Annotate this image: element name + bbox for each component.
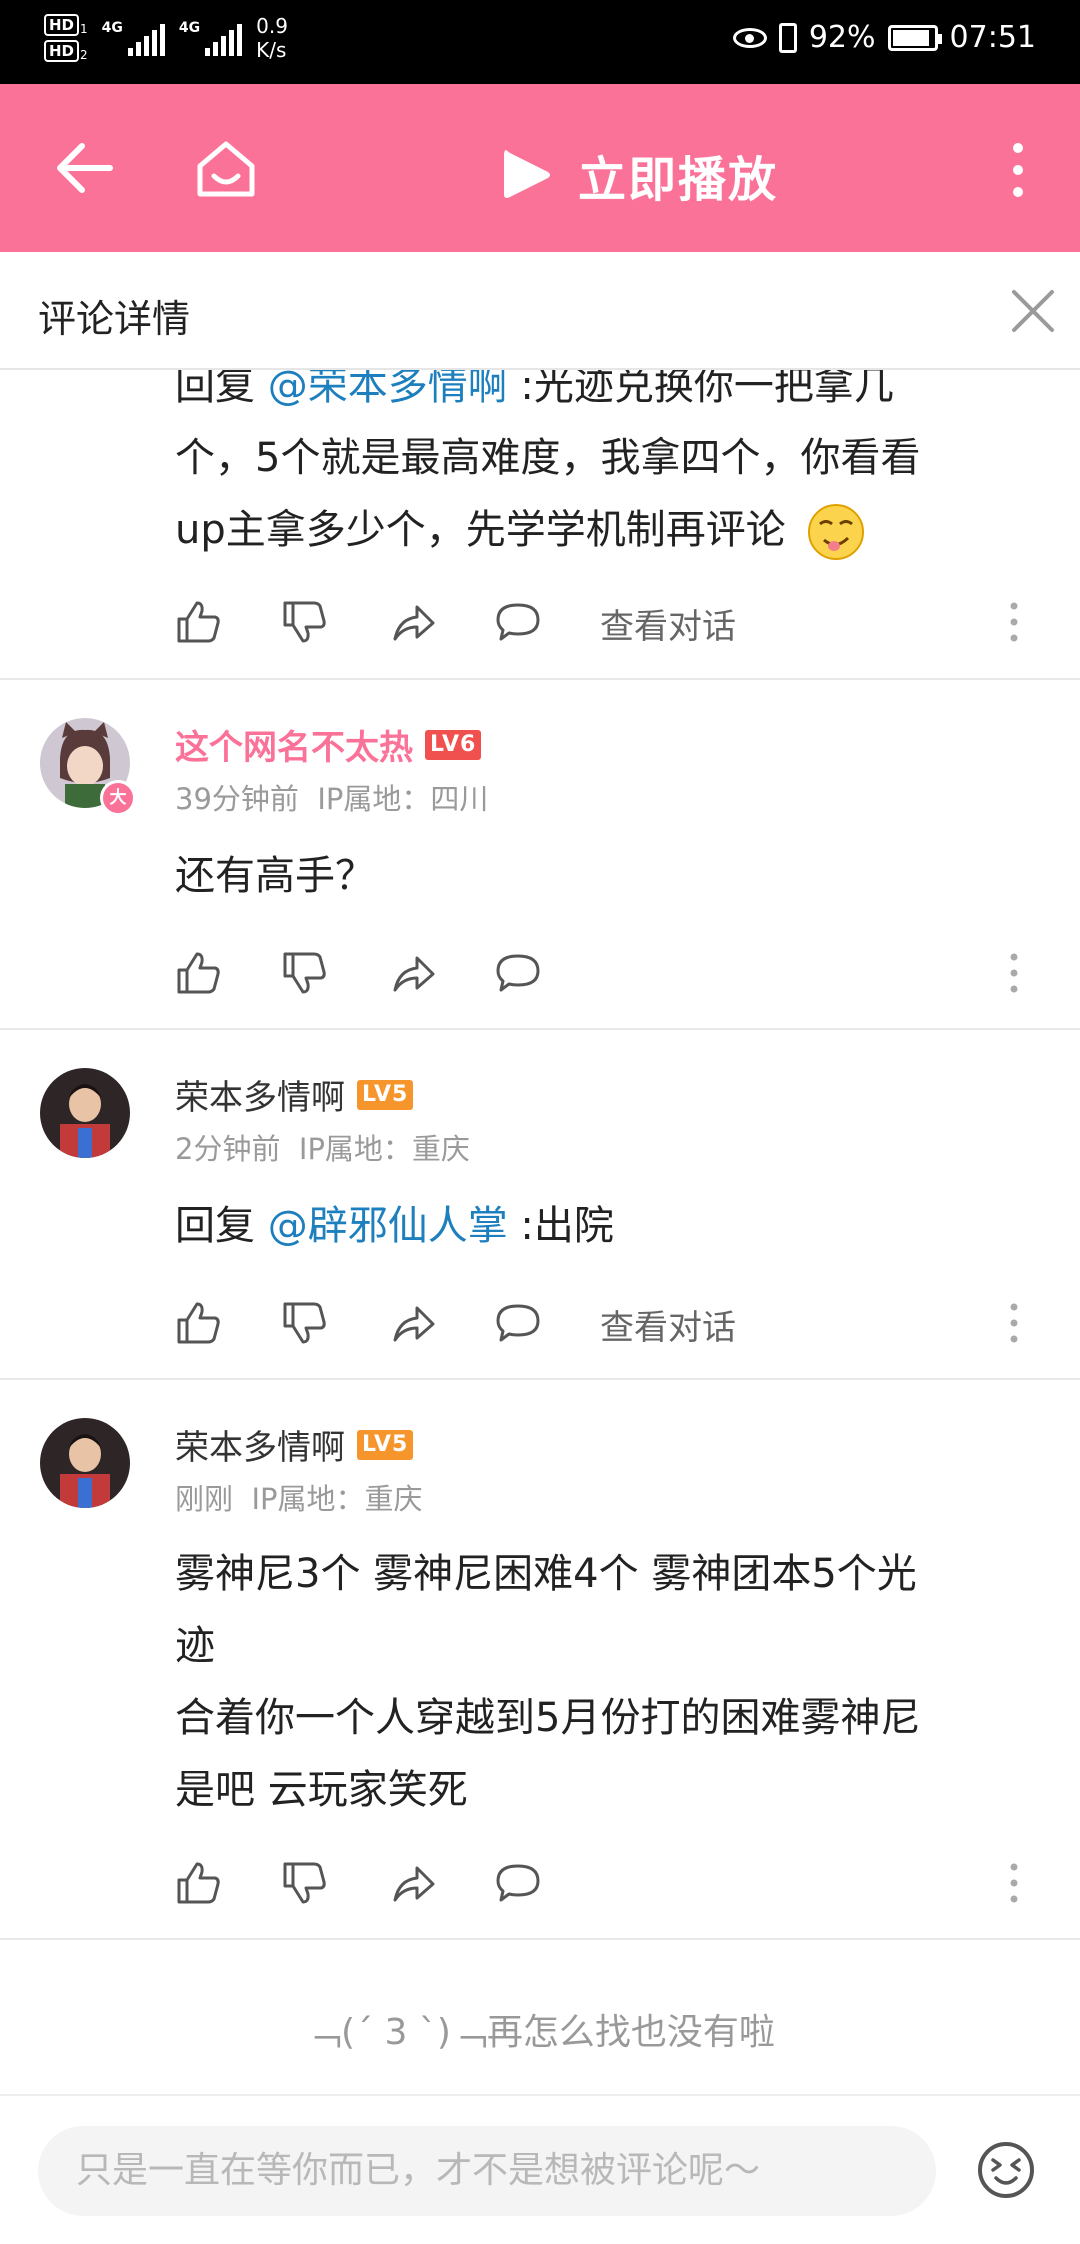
emoji-icon[interactable]: [976, 2140, 1036, 2200]
like-icon[interactable]: [175, 950, 221, 996]
back-arrow-icon[interactable]: [52, 138, 116, 198]
more-vertical-icon[interactable]: [1004, 140, 1032, 200]
play-now-button[interactable]: 立即播放: [500, 140, 778, 210]
comment-item: 回复 @荣本多情啊 :光迹兑换你一把拿几 个，5个就是最高难度，我拿四个，你看看…: [0, 370, 1080, 680]
comment-text: 还有高手？: [175, 853, 375, 899]
view-conversation-link[interactable]: 查看对话: [600, 1300, 736, 1349]
more-options-icon[interactable]: [1007, 1302, 1021, 1344]
comment-item: 大 这个网名不太热 LV6 39分钟前 IP属地：四川 还有高手？: [0, 680, 1080, 1030]
like-icon[interactable]: [175, 599, 221, 645]
play-icon: [504, 150, 550, 198]
comment-input[interactable]: 只是一直在等你而已，才不是想被评论呢～: [38, 2126, 936, 2216]
comment-input-bar: 只是一直在等你而已，才不是想被评论呢～: [0, 2094, 1080, 2244]
more-options-icon[interactable]: [1007, 601, 1021, 643]
battery-icon: [887, 24, 942, 51]
comment-item: 荣本多情啊 LV5 刚刚 IP属地：重庆 雾神尼3个 雾神尼困难4个 雾神团本5…: [0, 1380, 1080, 1940]
comment-text: 回复 @荣本多情啊 :光迹兑换你一把拿几 个，5个就是最高难度，我拿四个，你看看…: [175, 370, 1025, 566]
mention-link[interactable]: @荣本多情啊: [268, 370, 508, 409]
share-icon[interactable]: [389, 1300, 435, 1346]
comment-meta: 2分钟前 IP属地：重庆: [175, 1132, 470, 1166]
comment-actions: [175, 1852, 1035, 1912]
home-icon[interactable]: [194, 136, 258, 200]
close-icon[interactable]: [1010, 288, 1056, 334]
reply-icon[interactable]: [495, 1300, 541, 1346]
vip-badge: 大: [100, 780, 136, 816]
like-icon[interactable]: [175, 1300, 221, 1346]
panel-title: 评论详情: [38, 297, 191, 341]
level-badge: LV5: [357, 1429, 414, 1460]
view-conversation-link[interactable]: 查看对话: [600, 599, 736, 648]
comment-actions: 查看对话: [175, 1292, 1035, 1352]
comment-list[interactable]: 回复 @荣本多情啊 :光迹兑换你一把拿几 个，5个就是最高难度，我拿四个，你看看…: [0, 370, 1080, 2090]
hd-indicator-2: HD 2: [44, 40, 88, 62]
username[interactable]: 这个网名不太热 LV6: [175, 720, 482, 769]
comment-detail-header: 评论详情: [0, 252, 1080, 370]
end-of-list-message: ﹁(ˊ 3 ˋ)﹁再怎么找也没有啦: [305, 2012, 775, 2053]
reply-icon[interactable]: [495, 950, 541, 996]
hd-indicator-1: HD 1: [44, 14, 88, 36]
avatar[interactable]: [40, 1418, 130, 1508]
dislike-icon[interactable]: [281, 599, 327, 645]
username[interactable]: 荣本多情啊 LV5: [175, 1070, 414, 1119]
dislike-icon[interactable]: [281, 1300, 327, 1346]
status-bar: HD 1 HD 2 4G 4G 0.9 K/s 92% 07:51: [0, 0, 1080, 84]
username[interactable]: 荣本多情啊 LV5: [175, 1420, 414, 1469]
signal-icon-1: 4G: [102, 20, 165, 56]
comment-actions: [175, 942, 1035, 1002]
top-toolbar: 立即播放: [0, 84, 1080, 252]
comment-meta: 刚刚 IP属地：重庆: [175, 1482, 423, 1516]
more-options-icon[interactable]: [1007, 1862, 1021, 1904]
avatar[interactable]: [40, 1068, 130, 1158]
mention-link[interactable]: @辟邪仙人掌: [268, 1203, 508, 1249]
reply-icon[interactable]: [495, 1860, 541, 1906]
like-icon[interactable]: [175, 1860, 221, 1906]
network-speed: 0.9 K/s: [256, 14, 288, 62]
clock: 07:51: [949, 20, 1036, 55]
eye-comfort-icon: [732, 27, 767, 48]
comment-actions: 查看对话: [175, 591, 1035, 651]
share-icon[interactable]: [389, 599, 435, 645]
comment-meta: 39分钟前 IP属地：四川: [175, 782, 489, 816]
battery-percent: 92%: [808, 20, 876, 55]
reply-icon[interactable]: [495, 599, 541, 645]
vibrate-icon: [778, 22, 797, 53]
smirk-emoji-icon: [808, 504, 865, 560]
more-options-icon[interactable]: [1007, 952, 1021, 994]
share-icon[interactable]: [389, 1860, 435, 1906]
level-badge: LV5: [357, 1079, 414, 1110]
comment-text: 回复 @辟邪仙人掌 :出院: [175, 1203, 614, 1249]
signal-icon-2: 4G: [179, 20, 243, 56]
play-now-label: 立即播放: [578, 152, 779, 208]
comment-text: 雾神尼3个 雾神尼困难4个 雾神团本5个光 迹 合着你一个人穿越到5月份打的困难…: [175, 1551, 921, 1813]
comment-item: 荣本多情啊 LV5 2分钟前 IP属地：重庆 回复 @辟邪仙人掌 :出院 查看对…: [0, 1030, 1080, 1380]
dislike-icon[interactable]: [281, 950, 327, 996]
share-icon[interactable]: [389, 950, 435, 996]
dislike-icon[interactable]: [281, 1860, 327, 1906]
level-badge: LV6: [425, 729, 482, 760]
